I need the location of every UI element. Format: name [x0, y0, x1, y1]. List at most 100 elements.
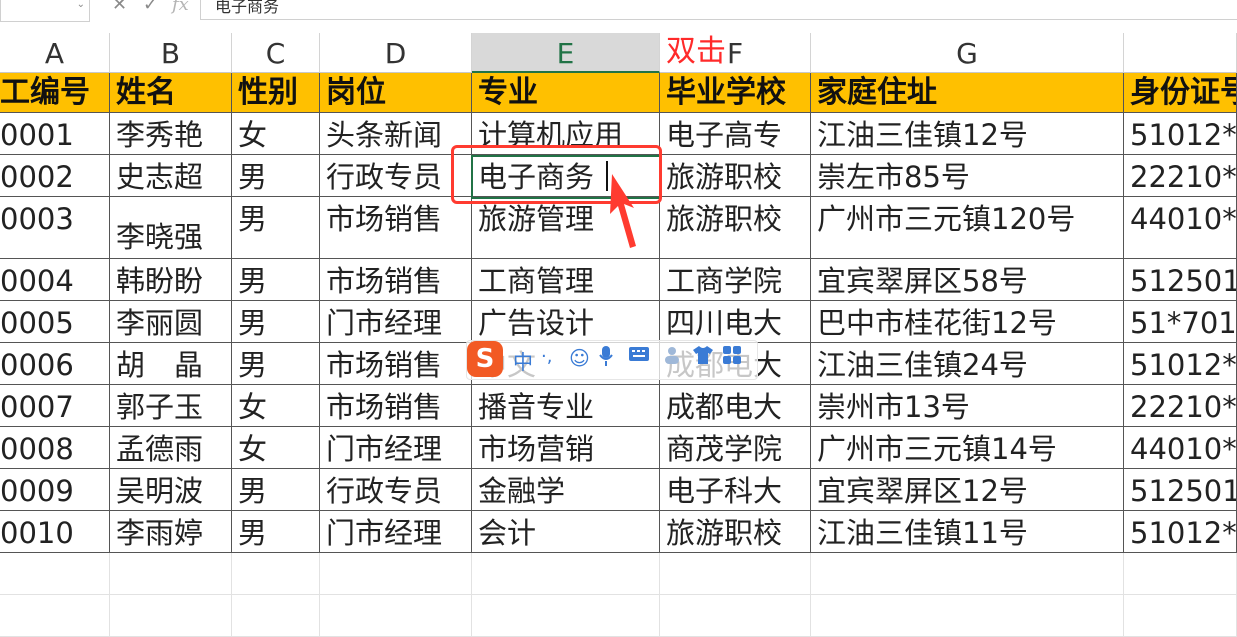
cell[interactable]: 崇州市13号 [811, 385, 1124, 427]
cell[interactable]: 男 [232, 469, 320, 511]
cell[interactable] [0, 595, 110, 637]
cell[interactable]: 男 [232, 343, 320, 385]
cell[interactable]: 岗位 [320, 73, 472, 113]
cell[interactable]: 0004 [0, 259, 110, 301]
cell[interactable]: 44010*1 [1124, 427, 1237, 469]
cell[interactable]: 男 [232, 259, 320, 301]
cell[interactable]: 旅游职校 [660, 511, 811, 553]
cell[interactable]: 22210*1 [1124, 155, 1237, 197]
cancel-icon[interactable]: ✕ [112, 0, 127, 15]
cell[interactable]: 家庭住址 [811, 73, 1124, 113]
cell[interactable]: 四川电大 [660, 301, 811, 343]
cell[interactable]: 胡 晶 [110, 343, 232, 385]
column-header-e[interactable]: E [472, 33, 660, 73]
cell[interactable]: 电子高专 [660, 113, 811, 155]
cell[interactable]: 51*7011 [1124, 301, 1237, 343]
cell[interactable]: 会计 [472, 511, 660, 553]
cell[interactable]: 播音专业 [472, 385, 660, 427]
cell[interactable]: 女 [232, 427, 320, 469]
cell[interactable]: 女 [232, 385, 320, 427]
cell[interactable]: 女 [232, 113, 320, 155]
mic-icon[interactable] [599, 346, 613, 371]
cell[interactable]: 江油三佳镇11号 [811, 511, 1124, 553]
cell[interactable]: 市场营销 [472, 427, 660, 469]
cell[interactable]: 李丽圆 [110, 301, 232, 343]
cell[interactable] [320, 595, 472, 637]
fx-icon[interactable]: fx [172, 0, 189, 15]
cell[interactable]: 姓名 [110, 73, 232, 113]
cell[interactable]: 头条新闻 [320, 113, 472, 155]
cell[interactable]: 李秀艳 [110, 113, 232, 155]
cell[interactable] [110, 553, 232, 595]
cell[interactable]: 宜宾翠屏区12号 [811, 469, 1124, 511]
cell[interactable]: 市场销售 [320, 343, 472, 385]
cell[interactable]: 22210*1 [1124, 385, 1237, 427]
cell[interactable]: 李雨婷 [110, 511, 232, 553]
cell[interactable]: 孟德雨 [110, 427, 232, 469]
chinese-mode-icon[interactable]: 中 [513, 346, 533, 375]
cell[interactable]: 51012*1 [1124, 343, 1237, 385]
cell[interactable]: 史志超 [110, 155, 232, 197]
cell[interactable]: 市场销售 [320, 197, 472, 259]
cell[interactable] [110, 595, 232, 637]
cell[interactable] [232, 595, 320, 637]
cell[interactable]: 韩盼盼 [110, 259, 232, 301]
cell[interactable]: 0003 [0, 197, 110, 259]
sogou-logo[interactable]: S [467, 341, 503, 377]
cell[interactable]: 商茂学院 [660, 427, 811, 469]
cell[interactable]: 5125011 [1124, 259, 1237, 301]
cell[interactable]: 性别 [232, 73, 320, 113]
column-header-b[interactable]: B [110, 33, 232, 73]
cell[interactable]: 工编号 [0, 73, 110, 113]
cell[interactable]: 广州市三元镇120号 [811, 197, 1124, 259]
cell[interactable]: 吴明波 [110, 469, 232, 511]
cell[interactable] [811, 595, 1124, 637]
cell[interactable]: 行政专员 [320, 469, 472, 511]
cell[interactable]: 成都电大 [660, 385, 811, 427]
cell[interactable] [660, 553, 811, 595]
cell[interactable]: 江油三佳镇24号 [811, 343, 1124, 385]
cell[interactable]: 工商管理 [472, 259, 660, 301]
confirm-icon[interactable]: ✓ [143, 0, 158, 15]
cell[interactable] [472, 595, 660, 637]
cell[interactable]: 0009 [0, 469, 110, 511]
cell[interactable]: 51012*1 [1124, 113, 1237, 155]
cell[interactable]: 李晓强 [110, 197, 232, 259]
formula-input[interactable]: 电子商务 [200, 0, 1237, 20]
cell[interactable]: 51012*1 [1124, 511, 1237, 553]
cell[interactable]: 郭子玉 [110, 385, 232, 427]
cell[interactable]: 男 [232, 155, 320, 197]
column-header-d[interactable]: D [320, 33, 472, 73]
cell[interactable]: 毕业学校 [660, 73, 811, 113]
cell[interactable] [472, 553, 660, 595]
cell[interactable]: 0010 [0, 511, 110, 553]
cell[interactable]: 0001 [0, 113, 110, 155]
cell[interactable]: 旅游职校 [660, 155, 811, 197]
cell[interactable]: 广州市三元镇14号 [811, 427, 1124, 469]
cell[interactable]: 电子科大 [660, 469, 811, 511]
punctuation-icon[interactable]: ·, [541, 346, 552, 367]
ime-toolbar[interactable]: S 中 ·, ☺ [466, 340, 758, 380]
cell[interactable]: 门市经理 [320, 511, 472, 553]
cell[interactable]: 崇左市85号 [811, 155, 1124, 197]
chevron-down-icon[interactable]: ⌄ [77, 0, 85, 10]
cell[interactable]: 0002 [0, 155, 110, 197]
cell[interactable] [232, 553, 320, 595]
cell[interactable]: 男 [232, 197, 320, 259]
emoji-icon[interactable]: ☺ [569, 346, 590, 370]
cell[interactable] [1124, 553, 1237, 595]
cell[interactable]: 男 [232, 301, 320, 343]
cell[interactable] [811, 553, 1124, 595]
cell[interactable]: 专业 [472, 73, 660, 113]
cell[interactable]: 金融学 [472, 469, 660, 511]
apps-icon[interactable] [723, 346, 741, 369]
cell[interactable]: 市场销售 [320, 259, 472, 301]
cell[interactable] [0, 553, 110, 595]
cell[interactable]: 0007 [0, 385, 110, 427]
cell[interactable]: 宜宾翠屏区58号 [811, 259, 1124, 301]
cell[interactable]: 身份证号 [1124, 73, 1237, 113]
cell[interactable]: 市场销售 [320, 385, 472, 427]
keyboard-icon[interactable] [629, 346, 649, 367]
cell[interactable]: 旅游职校 [660, 197, 811, 259]
cell[interactable] [660, 595, 811, 637]
